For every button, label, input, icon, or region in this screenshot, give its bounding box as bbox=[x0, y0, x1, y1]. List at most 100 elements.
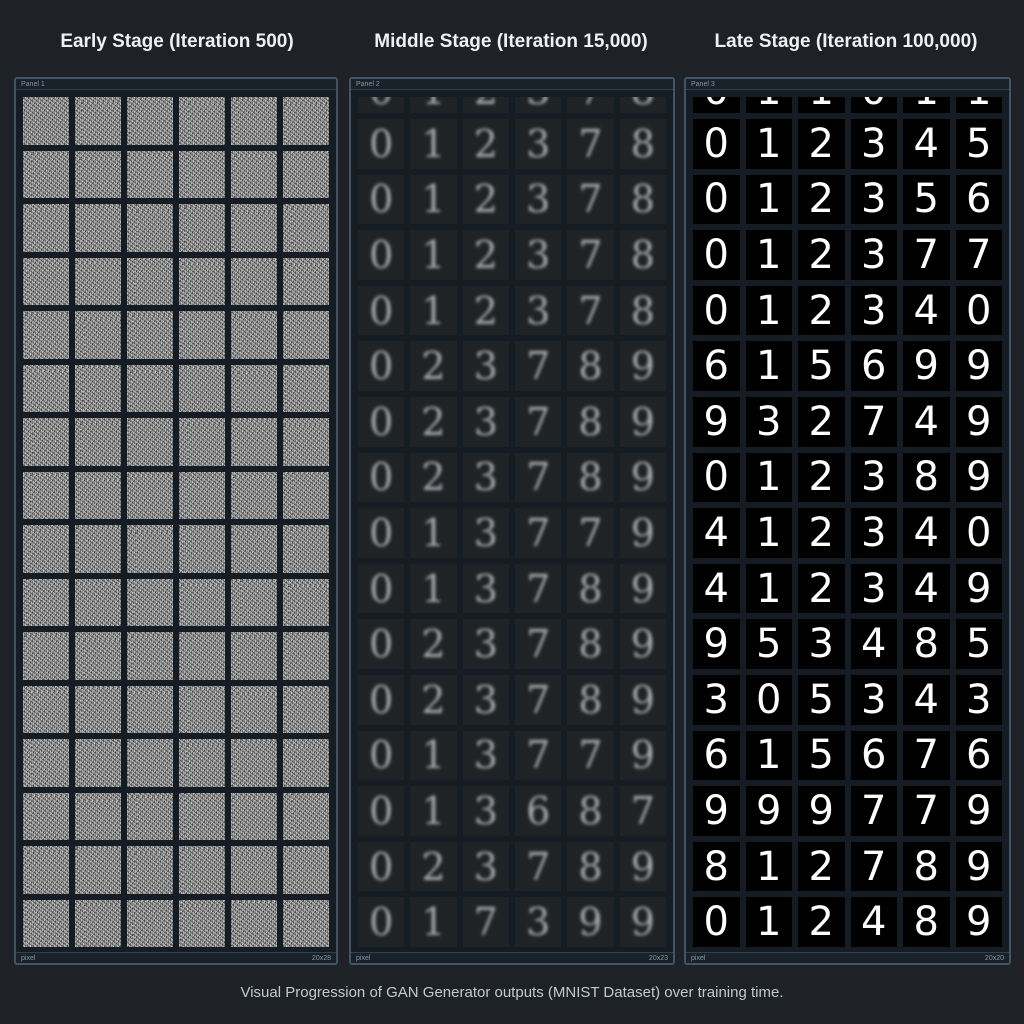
digit-glyph: 7 bbox=[578, 177, 603, 222]
digit-sample: 0 bbox=[358, 841, 405, 892]
digit-glyph: 7 bbox=[526, 677, 551, 722]
digit-sample: 1 bbox=[410, 508, 457, 558]
noise-sample bbox=[283, 311, 329, 359]
digit-glyph: 0 bbox=[703, 231, 729, 278]
digit-sample: 4 bbox=[903, 119, 950, 169]
digit-glyph: 3 bbox=[473, 733, 498, 778]
digit-sample: 4 bbox=[903, 396, 950, 447]
digit-sample: 8 bbox=[903, 841, 950, 892]
noise-sample bbox=[23, 846, 69, 894]
digit-sample: 8 bbox=[693, 841, 740, 892]
digit-glyph: 2 bbox=[473, 232, 498, 277]
digit-sample: 2 bbox=[798, 119, 845, 169]
digit-glyph: 1 bbox=[421, 121, 446, 166]
digit-sample: 7 bbox=[567, 285, 614, 336]
noise-sample bbox=[231, 632, 277, 680]
digit-sample: 2 bbox=[462, 174, 509, 225]
noise-sample bbox=[75, 150, 121, 198]
digit-sample: 9 bbox=[619, 508, 666, 558]
digit-sample: 3 bbox=[462, 619, 509, 669]
noise-sample bbox=[127, 685, 173, 733]
noise-sample bbox=[283, 846, 329, 894]
digit-sample: 9 bbox=[619, 396, 666, 447]
digit-sample: 6 bbox=[693, 730, 740, 781]
panel-footer-left: pixel bbox=[21, 955, 36, 962]
digit-sample: 0 bbox=[358, 119, 405, 169]
digit-sample: 1 bbox=[745, 563, 792, 614]
digit-sample: 6 bbox=[850, 341, 897, 391]
digit-sample: 0 bbox=[358, 508, 405, 558]
noise-sample bbox=[231, 899, 277, 947]
noise-sample bbox=[75, 739, 121, 787]
digit-glyph: 7 bbox=[966, 231, 992, 278]
digit-sample: 1 bbox=[955, 97, 1002, 113]
digit-sample: 1 bbox=[410, 285, 457, 336]
digit-glyph: 2 bbox=[808, 899, 834, 946]
digit-sample: 9 bbox=[619, 341, 666, 391]
digit-sample: 0 bbox=[358, 230, 405, 280]
digit-glyph: 1 bbox=[756, 231, 782, 278]
digit-glyph: 9 bbox=[630, 733, 655, 778]
digit-sample: 1 bbox=[745, 341, 792, 391]
digit-sample: 3 bbox=[462, 841, 509, 892]
noise-sample bbox=[231, 578, 277, 626]
digit-glyph: 5 bbox=[808, 676, 834, 723]
noise-sample bbox=[179, 418, 225, 466]
digit-sample: 8 bbox=[567, 674, 614, 725]
digit-sample: 3 bbox=[514, 897, 562, 947]
digit-glyph: 8 bbox=[913, 454, 939, 501]
digit-glyph: 7 bbox=[526, 622, 551, 667]
digit-sample: 9 bbox=[955, 452, 1002, 503]
noise-sample bbox=[283, 150, 329, 198]
digit-glyph: 5 bbox=[966, 621, 992, 668]
noise-sample bbox=[23, 739, 69, 787]
middle-stage-title: Middle Stage (Iteration 15,000) bbox=[374, 31, 648, 52]
noise-sample bbox=[23, 97, 69, 145]
digit-sample: 0 bbox=[693, 119, 740, 169]
digit-glyph: 7 bbox=[578, 288, 603, 333]
digit-sample: 3 bbox=[850, 674, 897, 725]
digit-glyph: 1 bbox=[756, 843, 782, 890]
noise-sample bbox=[231, 846, 277, 894]
digit-glyph: 3 bbox=[526, 97, 550, 110]
digit-glyph: 0 bbox=[703, 120, 729, 167]
noise-sample bbox=[231, 685, 277, 733]
digit-glyph: 7 bbox=[913, 231, 939, 278]
noise-sample bbox=[127, 257, 173, 305]
digit-glyph: 3 bbox=[473, 344, 498, 389]
digit-sample: 3 bbox=[514, 285, 562, 336]
noise-sample bbox=[283, 739, 329, 787]
noise-sample bbox=[179, 685, 225, 733]
digit-glyph: 0 bbox=[369, 399, 394, 444]
digit-glyph: 1 bbox=[421, 510, 446, 555]
digit-glyph: 0 bbox=[369, 510, 394, 555]
noise-sample bbox=[127, 204, 173, 252]
digit-sample: 8 bbox=[567, 341, 614, 391]
digit-sample: 2 bbox=[798, 897, 845, 947]
digit-glyph: 9 bbox=[630, 399, 655, 444]
digit-glyph: 1 bbox=[421, 733, 446, 778]
digit-sample: 4 bbox=[903, 563, 950, 614]
digit-glyph: 5 bbox=[808, 732, 834, 779]
digit-glyph: 7 bbox=[526, 455, 551, 500]
digit-sample: 0 bbox=[745, 674, 792, 725]
noise-sample bbox=[231, 739, 277, 787]
digit-glyph: 1 bbox=[756, 732, 782, 779]
digit-glyph: 1 bbox=[756, 454, 782, 501]
digit-glyph: 8 bbox=[578, 677, 603, 722]
digit-glyph: 6 bbox=[703, 732, 729, 779]
digit-sample: 9 bbox=[745, 786, 792, 836]
noise-sample bbox=[23, 364, 69, 412]
digit-glyph: 0 bbox=[966, 287, 992, 334]
digit-sample: 7 bbox=[903, 230, 950, 280]
digit-sample: 3 bbox=[514, 230, 562, 280]
noise-sample bbox=[75, 632, 121, 680]
digit-glyph: 3 bbox=[473, 788, 498, 833]
digit-glyph: 0 bbox=[703, 176, 729, 223]
digit-glyph: 9 bbox=[630, 622, 655, 667]
digit-sample: 7 bbox=[567, 119, 614, 169]
digit-glyph: 2 bbox=[473, 121, 498, 166]
digit-glyph: 4 bbox=[861, 621, 887, 668]
digit-glyph: 7 bbox=[526, 566, 551, 611]
noise-sample bbox=[75, 792, 121, 840]
